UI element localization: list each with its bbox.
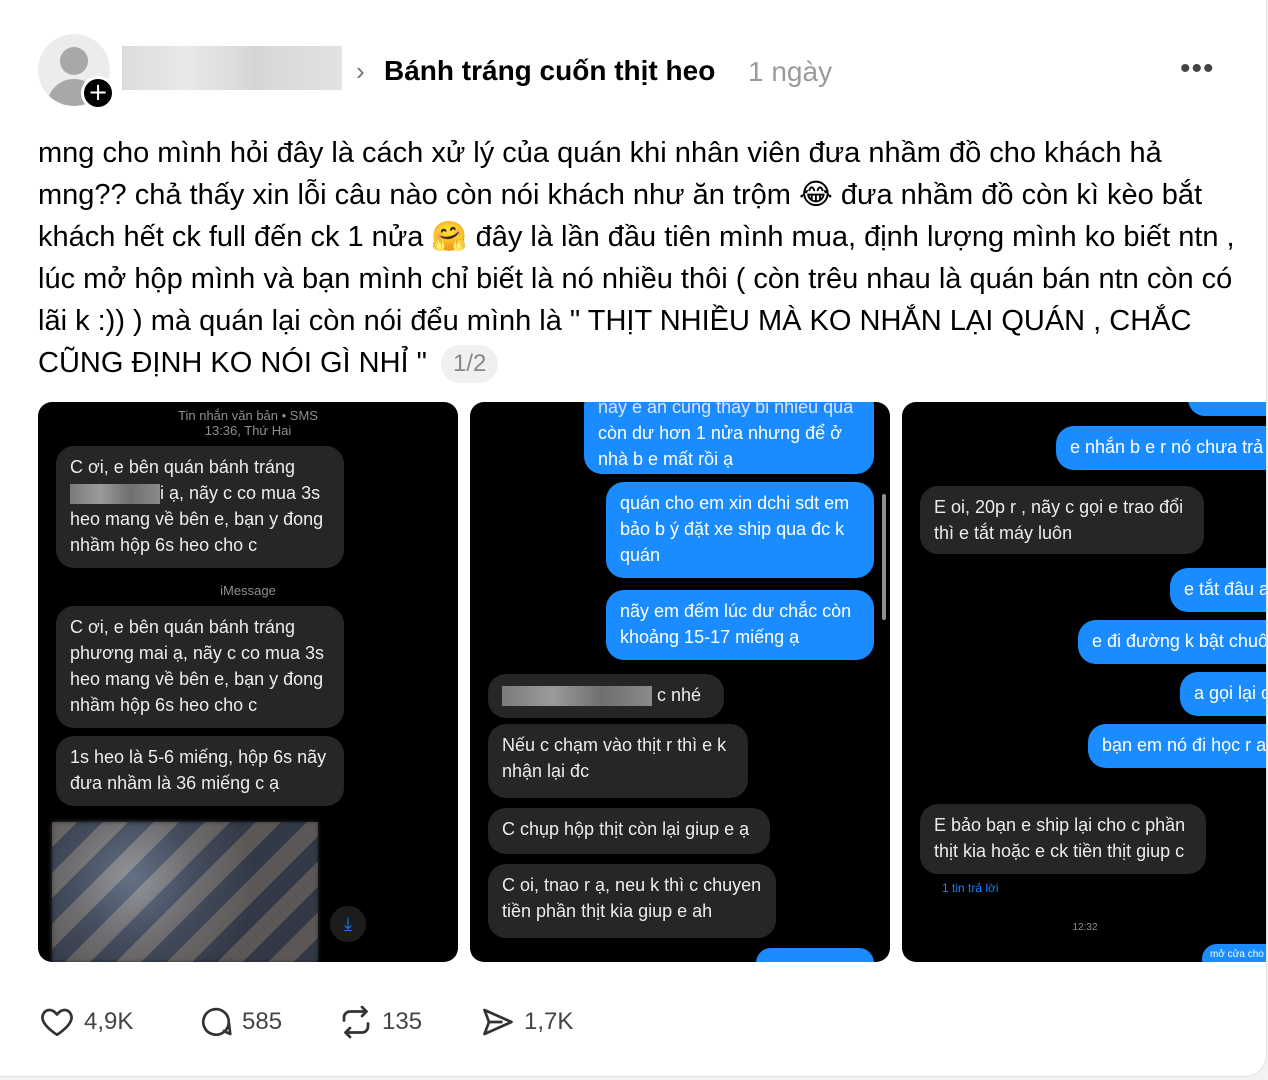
message-bubble: c nhé <box>488 674 724 718</box>
message-bubble: C oi, tnao r ạ, neu k thì c chuyen tiền … <box>488 864 776 938</box>
message-bubble: quán cho em xin dchi sdt em bảo b ý đặt … <box>606 482 874 578</box>
post-card: + › Bánh tráng cuốn thịt heo 1 ngày ••• … <box>0 0 1267 1077</box>
post-time: 1 ngày <box>748 56 833 87</box>
message-bubble: mở cửa cho <box>1202 944 1266 962</box>
like-count: 4,9K <box>84 1008 134 1035</box>
sms-header: Tin nhắn văn bản • SMS <box>178 408 318 423</box>
message-bubble: e nhắn b e r nó chưa trả <box>1056 426 1266 470</box>
message-bubble: bạn em nó đi học r a <box>1088 724 1266 768</box>
message-bubble: C ơi, e bên quán bánh tráng i ạ, nãy c c… <box>56 446 344 568</box>
message-bubble: nãy em đếm lúc dư chắc còn khoảng 15-17 … <box>606 590 874 660</box>
topic-tag[interactable]: Bánh tráng cuốn thịt heo <box>384 54 715 88</box>
message-bubble: nay e an cung thay bi nhieu qua còn dư h… <box>584 402 874 474</box>
message-bubble: 1s heo là 5-6 miếng, hộp 6s nãy đưa nhầm… <box>56 736 344 806</box>
message-bubble: C ơi, e bên quán bánh tráng phương mai ạ… <box>56 606 344 728</box>
post-body: mng cho mình hỏi đây là cách xử lý của q… <box>38 137 1235 379</box>
message-bubble <box>756 948 874 962</box>
message-bubble: e tắt đâu a <box>1170 568 1266 612</box>
message-bubble <box>1188 402 1266 416</box>
comment-icon <box>201 1007 232 1037</box>
repost-icon <box>342 1005 370 1039</box>
imessage-label: iMessage <box>220 583 276 598</box>
share-button[interactable]: 1,7K <box>480 1004 573 1040</box>
follow-button[interactable]: + <box>81 76 115 110</box>
message-bubble: a gọi lại c <box>1180 672 1266 716</box>
share-count: 1,7K <box>524 1008 574 1035</box>
download-icon: ⤓ <box>330 906 366 942</box>
message-bubble: Nếu c chạm vào thịt r thì e k nhận lại đ… <box>488 724 748 798</box>
repost-button[interactable]: 135 <box>338 1004 422 1040</box>
post-text: mng cho mình hỏi đây là cách xử lý của q… <box>38 132 1238 384</box>
like-button[interactable]: 4,9K <box>38 1004 133 1040</box>
message-time: 12:32 <box>1072 922 1098 933</box>
message-bubble: e đi đường k bật chuô <box>1078 620 1266 664</box>
repost-count: 135 <box>382 1008 423 1035</box>
comment-button[interactable]: 585 <box>198 1004 282 1040</box>
heart-icon <box>41 1008 73 1037</box>
message-bubble: C chụp hộp thịt còn lại giup e ạ <box>488 808 770 854</box>
more-options-icon[interactable]: ••• <box>1180 54 1222 84</box>
comment-count: 585 <box>242 1008 283 1035</box>
scrollbar[interactable] <box>882 494 886 620</box>
screenshot-image-3[interactable]: e nhắn b e r nó chưa trả E oi, 20p r , n… <box>902 402 1266 962</box>
sms-timestamp: 13:36, Thứ Hai <box>204 423 292 438</box>
chevron-right-icon: › <box>356 56 365 86</box>
reply-count: 1 tin trả lời <box>942 881 999 895</box>
image-counter: 1/2 <box>441 345 499 384</box>
send-icon <box>483 1008 513 1036</box>
message-bubble: E oi, 20p r , nãy c gọi e trao đổi thì e… <box>920 486 1204 554</box>
screenshot-image-2[interactable]: nay e an cung thay bi nhieu qua còn dư h… <box>470 402 890 962</box>
screenshot-image-1[interactable]: Tin nhắn văn bản • SMS 13:36, Thứ Hai C … <box>38 402 458 962</box>
username-redacted[interactable] <box>122 46 342 90</box>
message-bubble: E bảo bạn e ship lại cho c phần thịt kia… <box>920 804 1206 874</box>
